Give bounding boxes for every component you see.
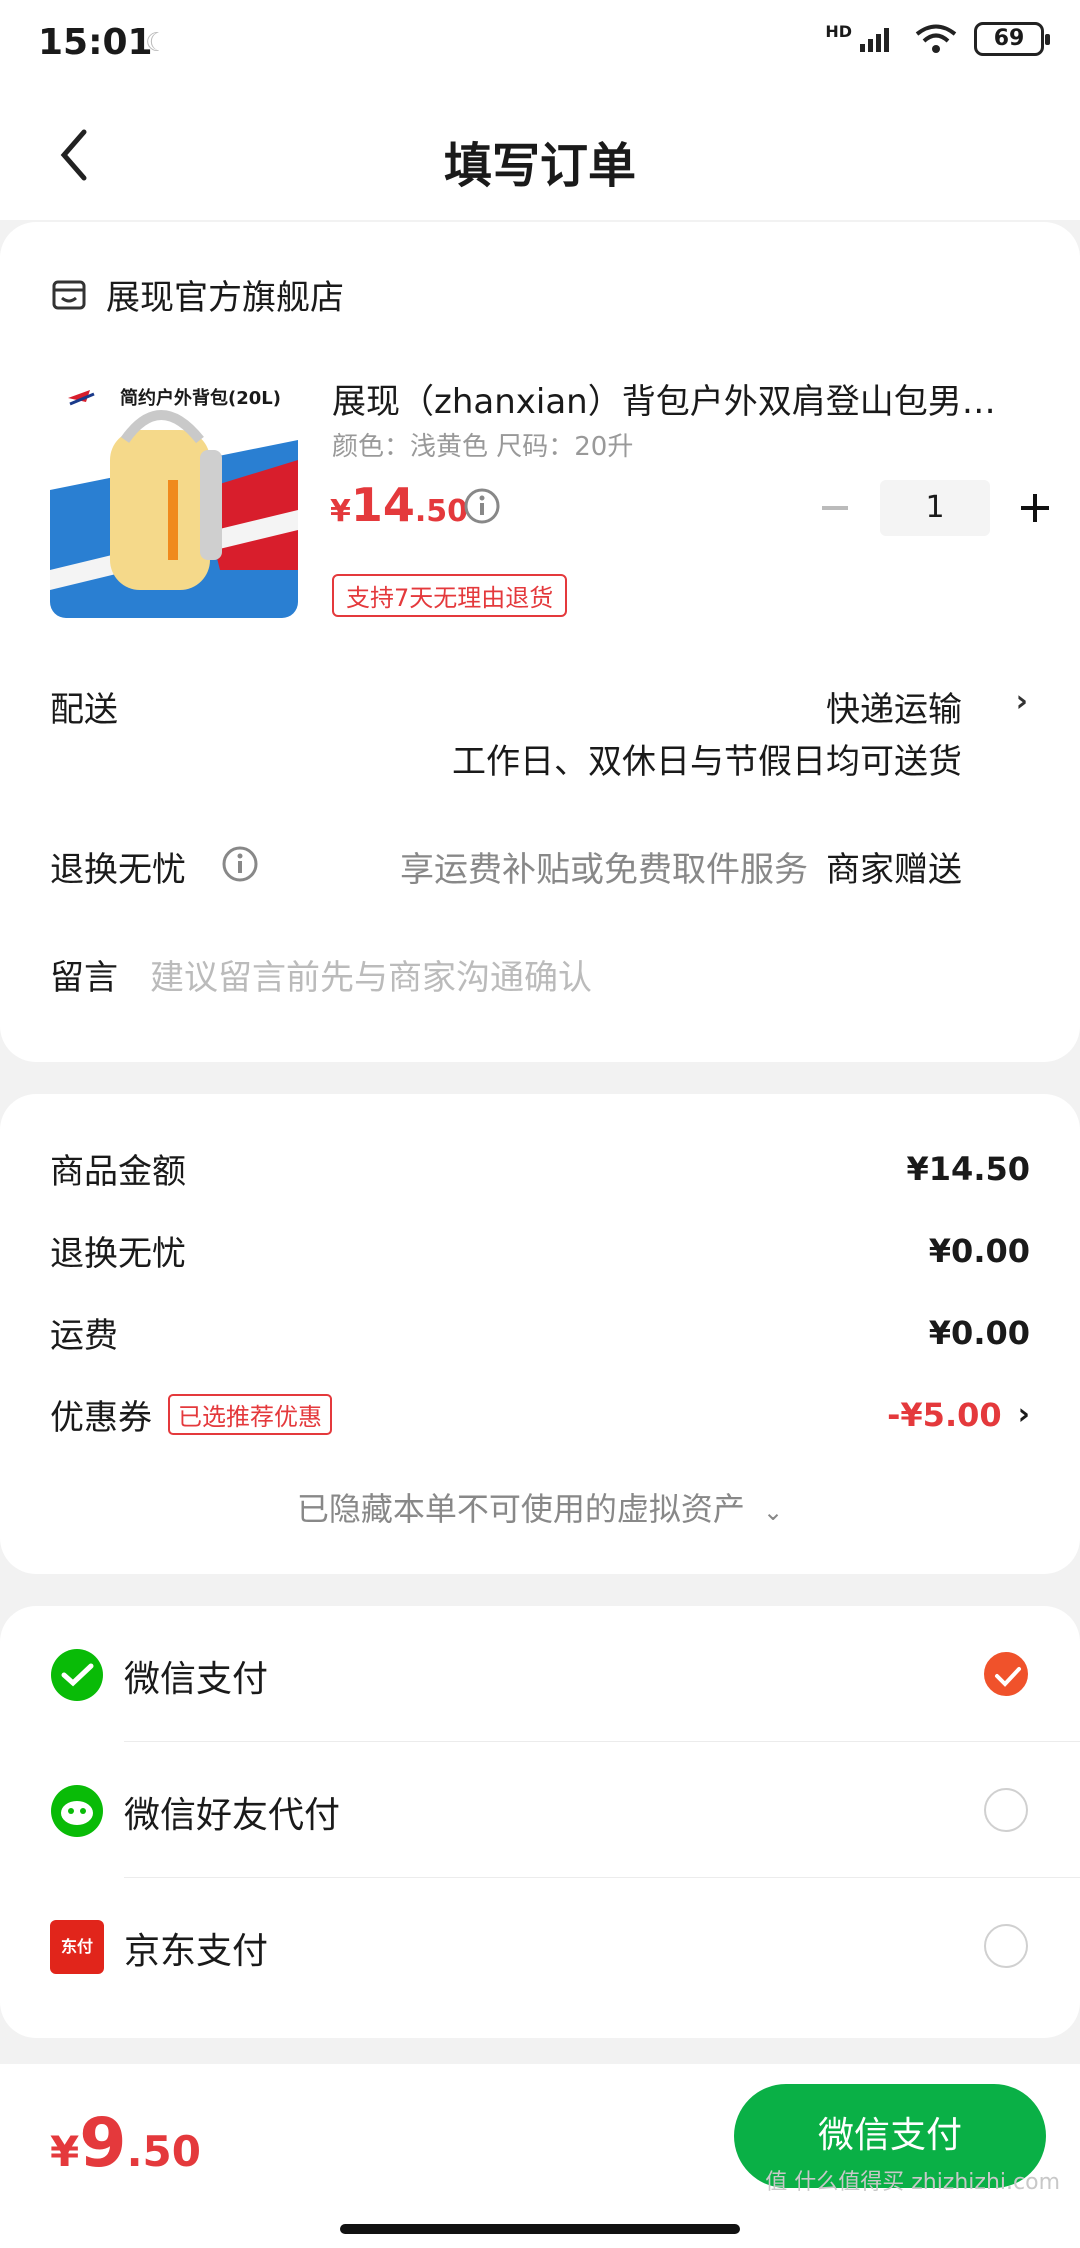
return-policy-badge: 支持7天无理由退货 bbox=[332, 574, 568, 617]
battery-indicator: 69 bbox=[974, 22, 1050, 56]
hidden-assets-toggle[interactable]: 已隐藏本单不可使用的虚拟资产 ⌄ bbox=[0, 1484, 1080, 1530]
product-spec[interactable]: 颜色：浅黄色 尺码：20升 bbox=[332, 426, 633, 463]
shop-row[interactable]: 展现官方旗舰店 bbox=[50, 270, 344, 319]
minus-icon bbox=[822, 506, 848, 510]
coupon-badge: 已选推荐优惠 bbox=[168, 1394, 332, 1435]
product-image-caption: 简约户外背包(20L) bbox=[120, 388, 281, 409]
exchange-service-text: 享运费补贴或免费取件服务 bbox=[400, 850, 808, 890]
delivery-schedule: 工作日、双休日与节假日均可送货 bbox=[452, 742, 962, 782]
delivery-method[interactable]: 快递运输 bbox=[826, 682, 962, 731]
coupon-right: -¥5.00 › bbox=[887, 1396, 1030, 1434]
quantity-decrease-button[interactable] bbox=[810, 483, 860, 533]
page-title: 填写订单 bbox=[443, 138, 636, 194]
price-info-icon[interactable] bbox=[462, 486, 502, 526]
jd-pay-icon: 东付 bbox=[50, 1920, 104, 1974]
exchange-description: 享运费补贴或免费取件服务 商家赠送 bbox=[400, 842, 962, 891]
shop-name: 展现官方旗舰店 bbox=[106, 278, 344, 318]
status-bar: 15:01 ☾ HD 69 bbox=[0, 0, 1080, 90]
wifi-icon bbox=[915, 24, 957, 53]
exchange-fee-value: ¥0.00 bbox=[928, 1231, 1030, 1270]
shipping-row: 运费 ¥0.00 bbox=[50, 1308, 1030, 1357]
shipping-label: 运费 bbox=[50, 1316, 118, 1356]
payment-option-wechat[interactable]: 微信支付 bbox=[0, 1606, 1080, 1742]
wechat-pay-icon bbox=[51, 1649, 103, 1701]
watermark: 值 什么值得买 zhizhizhi.com bbox=[765, 2170, 1060, 2195]
payment-label: 京东支付 bbox=[124, 1931, 269, 1972]
network-label: HD bbox=[825, 21, 852, 41]
price-decimal: .50 bbox=[414, 494, 469, 529]
exchange-info-icon[interactable] bbox=[220, 844, 260, 884]
coupon-value: -¥5.00 bbox=[887, 1395, 1002, 1434]
nav-bar: 填写订单 bbox=[0, 90, 1080, 220]
plus-icon bbox=[1021, 494, 1049, 522]
total-currency: ¥ bbox=[50, 2127, 80, 2176]
chevron-down-icon: ⌄ bbox=[763, 1498, 784, 1526]
hidden-assets-text: 已隐藏本单不可使用的虚拟资产 bbox=[296, 1490, 745, 1528]
payment-card: 微信支付 微信好友代付 东付 京东支付 bbox=[0, 1606, 1080, 2038]
note-label: 留言 bbox=[50, 958, 118, 998]
price-currency: ¥ bbox=[330, 494, 351, 529]
goods-amount-row: 商品金额 ¥14.50 bbox=[50, 1144, 1030, 1193]
product-image[interactable]: 简约户外背包(20L) bbox=[50, 370, 298, 618]
total-decimal: .50 bbox=[126, 2127, 201, 2176]
payment-label: 微信好友代付 bbox=[124, 1795, 341, 1836]
total-price: ¥9.50 bbox=[50, 2104, 201, 2183]
quantity-input[interactable]: 1 bbox=[880, 480, 990, 536]
store-icon bbox=[52, 280, 86, 309]
payment-radio[interactable] bbox=[984, 1924, 1028, 1968]
payment-label: 微信支付 bbox=[124, 1659, 269, 1700]
quantity-increase-button[interactable] bbox=[1010, 483, 1060, 533]
exchange-fee-row: 退换无忧 ¥0.00 bbox=[50, 1226, 1030, 1275]
goods-amount-value: ¥14.50 bbox=[906, 1149, 1030, 1188]
payment-option-jd[interactable]: 东付 京东支付 bbox=[0, 1878, 1080, 2014]
coupon-row[interactable]: 优惠券 已选推荐优惠 -¥5.00 › bbox=[50, 1390, 1030, 1439]
coupon-left: 优惠券 已选推荐优惠 bbox=[50, 1390, 332, 1439]
moon-icon: ☾ bbox=[145, 28, 169, 58]
signal-icon bbox=[860, 28, 889, 52]
status-icons: HD 69 bbox=[825, 21, 1050, 56]
shipping-value: ¥0.00 bbox=[928, 1313, 1030, 1352]
exchange-label: 退换无忧 bbox=[50, 850, 186, 890]
price-integer: 14 bbox=[350, 478, 415, 532]
summary-card: 商品金额 ¥14.50 退换无忧 ¥0.00 运费 ¥0.00 优惠券 已选推荐… bbox=[0, 1094, 1080, 1574]
note-input[interactable]: 建议留言前先与商家沟通确认 bbox=[150, 950, 592, 999]
total-integer: 9 bbox=[79, 2104, 127, 2183]
wechat-friend-pay-icon bbox=[51, 1785, 103, 1837]
exchange-fee-label: 退换无忧 bbox=[50, 1234, 186, 1274]
home-indicator[interactable] bbox=[340, 2224, 740, 2234]
delivery-label: 配送 bbox=[50, 690, 118, 730]
bottom-bar: ¥9.50 微信支付 值 什么值得买 zhizhizhi.com bbox=[0, 2064, 1080, 2248]
goods-amount-label: 商品金额 bbox=[50, 1152, 186, 1192]
status-time: 15:01 bbox=[38, 22, 153, 63]
coupon-label: 优惠券 bbox=[50, 1398, 152, 1438]
order-card: 展现官方旗舰店 简约户外背包(20L) 展现（zhanxian）背包户外双肩登山… bbox=[0, 222, 1080, 1062]
payment-option-friend[interactable]: 微信好友代付 bbox=[0, 1742, 1080, 1878]
product-title[interactable]: 展现（zhanxian）背包户外双肩登山包男… bbox=[332, 374, 1012, 423]
jd-pay-icon-text: 东付 bbox=[60, 1937, 93, 1956]
chevron-right-icon[interactable]: › bbox=[1016, 684, 1028, 719]
chevron-right-icon: › bbox=[1017, 1397, 1030, 1432]
product-price: ¥14.50 bbox=[330, 478, 468, 532]
quantity-stepper: 1 bbox=[810, 480, 1060, 536]
check-icon bbox=[995, 1667, 1021, 1687]
exchange-gift-text: 商家赠送 bbox=[826, 850, 962, 890]
payment-radio[interactable] bbox=[984, 1788, 1028, 1832]
payment-radio-selected[interactable] bbox=[984, 1652, 1028, 1696]
